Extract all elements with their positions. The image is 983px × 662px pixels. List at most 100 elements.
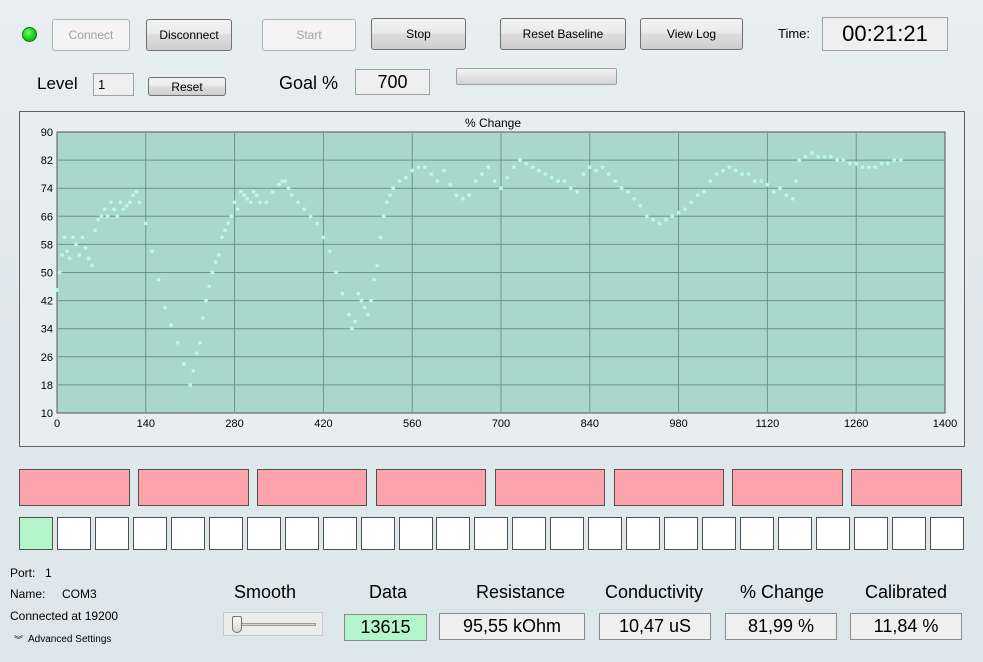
data-point — [505, 175, 510, 180]
data-point — [60, 253, 64, 257]
level-square — [94, 517, 129, 550]
data-point — [270, 189, 275, 194]
data-point — [350, 326, 354, 331]
data-point — [169, 323, 174, 328]
advanced-settings-label: Advanced Settings — [28, 634, 112, 645]
data-point — [822, 154, 827, 159]
data-point — [746, 172, 751, 177]
data-point — [632, 196, 637, 201]
reset-baseline-button[interactable]: Reset Baseline — [500, 18, 626, 50]
data-point — [771, 189, 776, 194]
data-point — [283, 179, 288, 184]
data-label: Data — [369, 582, 408, 602]
x-tick-label: 280 — [225, 418, 243, 430]
data-point — [89, 263, 94, 268]
smooth-slider-thumb[interactable] — [232, 616, 242, 633]
data-point — [492, 179, 497, 184]
level-reset-button[interactable]: Reset — [148, 77, 226, 96]
data-point — [207, 284, 212, 289]
data-point — [80, 235, 85, 240]
level-square — [815, 517, 850, 550]
connect-button[interactable]: Connect — [52, 19, 130, 51]
data-point — [794, 179, 798, 184]
level-square — [398, 517, 433, 550]
level-square — [588, 517, 623, 550]
data-point — [733, 168, 738, 173]
data-point — [118, 200, 123, 205]
data-point — [518, 158, 522, 162]
level-square — [512, 517, 547, 550]
data-point — [854, 161, 859, 166]
data-point — [162, 305, 167, 310]
data-point — [245, 196, 250, 201]
data-point — [372, 277, 377, 282]
level-square — [322, 517, 357, 550]
y-axis-ticks: 10 18 26 34 42 50 58 66 74 82 90 — [41, 127, 53, 420]
data-point — [664, 217, 668, 222]
x-tick-label: 0 — [54, 418, 60, 430]
data-point — [473, 179, 478, 184]
data-point — [683, 207, 687, 212]
level-square — [550, 517, 585, 550]
data-point — [65, 249, 70, 254]
indicator-block — [613, 469, 725, 506]
start-button[interactable]: Start — [262, 19, 356, 51]
data-point — [381, 214, 386, 219]
data-point — [625, 189, 630, 194]
data-point — [128, 200, 132, 205]
data-point — [124, 203, 129, 208]
data-point — [803, 154, 808, 159]
data-point — [670, 214, 675, 219]
level-square — [19, 517, 53, 550]
data-point — [137, 200, 142, 205]
goal-input[interactable]: 700 — [355, 69, 430, 95]
indicator-block — [19, 469, 130, 506]
stop-button[interactable]: Stop — [371, 18, 466, 50]
conductivity-label: Conductivity — [605, 582, 704, 602]
data-point — [232, 200, 237, 205]
chevron-double-down-icon: ︾ — [14, 634, 24, 645]
level-square — [284, 517, 319, 550]
data-point — [429, 172, 434, 177]
advanced-settings-toggle[interactable]: ︾ Advanced Settings — [14, 634, 111, 645]
percent-change-label: % Change — [740, 582, 825, 602]
data-point — [644, 214, 649, 219]
data-point — [213, 260, 218, 264]
data-point — [83, 246, 88, 250]
smooth-slider[interactable] — [223, 612, 323, 636]
view-log-button[interactable]: View Log — [640, 18, 743, 50]
data-point — [403, 175, 408, 180]
data-point — [847, 161, 852, 166]
data-point — [676, 210, 681, 215]
data-point — [70, 235, 75, 240]
data-point — [248, 200, 253, 205]
data-point — [197, 340, 202, 345]
data-point — [828, 154, 833, 159]
data-point — [375, 263, 380, 268]
x-tick-label: 420 — [314, 418, 332, 430]
data-point — [216, 253, 221, 257]
x-tick-label: 980 — [669, 418, 687, 430]
level-square — [360, 517, 395, 550]
data-point — [657, 221, 662, 226]
data-point — [410, 168, 415, 173]
data-point — [790, 196, 795, 201]
data-point — [422, 165, 427, 170]
indicator-block — [494, 469, 606, 506]
data-point — [454, 193, 459, 198]
data-point — [613, 179, 618, 184]
disconnect-button[interactable]: Disconnect — [146, 19, 232, 51]
y-tick-label: 90 — [41, 127, 53, 139]
data-point — [62, 235, 67, 240]
percent-change-value: 81,99 % — [725, 613, 837, 640]
data-point — [369, 298, 373, 303]
data-point — [467, 193, 472, 198]
data-value: 13615 — [344, 614, 427, 641]
data-point — [461, 196, 465, 201]
data-point — [226, 221, 231, 226]
data-point — [486, 165, 491, 170]
data-point — [448, 182, 453, 187]
port-value: 1 — [45, 566, 52, 580]
level-input[interactable]: 1 — [93, 73, 134, 96]
data-point — [175, 340, 180, 345]
